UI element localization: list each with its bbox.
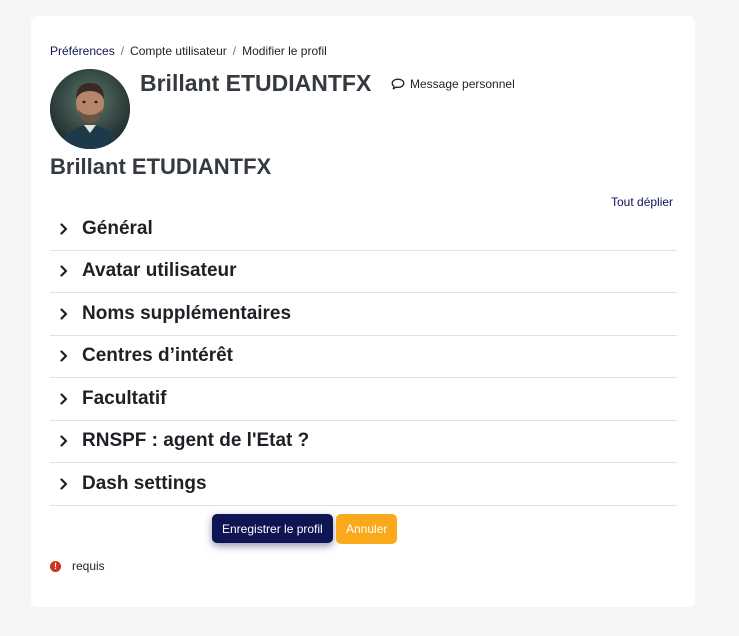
chevron-right-icon — [57, 435, 71, 447]
chevron-right-icon — [57, 478, 71, 490]
breadcrumb-preferences[interactable]: Préférences — [50, 44, 115, 58]
section-label: Facultatif — [82, 387, 167, 409]
breadcrumb-separator: / — [232, 44, 237, 58]
collapsible-sections: Général Avatar utilisateur Noms suppléme… — [50, 208, 677, 506]
personal-message-label: Message personnel — [410, 77, 515, 91]
section-label: Général — [82, 217, 153, 239]
profile-name: Brillant ETUDIANTFX — [140, 70, 372, 96]
speech-bubble-icon — [391, 78, 405, 90]
profile-card: Préférences / Compte utilisateur / Modif… — [31, 16, 695, 607]
section-rnspf[interactable]: RNSPF : agent de l'Etat ? — [50, 421, 677, 463]
section-dash-settings[interactable]: Dash settings — [50, 463, 677, 506]
breadcrumb-user-account: Compte utilisateur — [130, 44, 227, 58]
breadcrumb-separator: / — [120, 44, 125, 58]
chevron-right-icon — [57, 393, 71, 405]
personal-message-link[interactable]: Message personnel — [391, 77, 515, 91]
avatar-image — [50, 69, 130, 149]
chevron-right-icon — [57, 265, 71, 277]
section-general[interactable]: Général — [50, 208, 677, 251]
breadcrumb: Préférences / Compte utilisateur / Modif… — [50, 44, 327, 58]
chevron-right-icon — [57, 350, 71, 362]
section-label: Centres d’intérêt — [82, 345, 233, 367]
expand-all-link[interactable]: Tout déplier — [611, 195, 673, 209]
chevron-right-icon — [57, 308, 71, 320]
section-optional[interactable]: Facultatif — [50, 378, 677, 421]
page-title: Brillant ETUDIANTFX — [50, 154, 272, 179]
section-interests[interactable]: Centres d’intérêt — [50, 336, 677, 378]
required-label: requis — [72, 559, 105, 573]
cancel-button[interactable]: Annuler — [336, 514, 398, 544]
exclamation-circle-icon: ! — [50, 560, 61, 572]
avatar[interactable] — [50, 69, 130, 149]
section-user-avatar[interactable]: Avatar utilisateur — [50, 251, 677, 293]
breadcrumb-edit-profile: Modifier le profil — [242, 44, 327, 58]
save-profile-button[interactable]: Enregistrer le profil — [212, 514, 333, 543]
section-label: Dash settings — [82, 472, 207, 494]
chevron-right-icon — [57, 223, 71, 235]
section-label: RNSPF : agent de l'Etat ? — [82, 430, 310, 452]
section-additional-names[interactable]: Noms supplémentaires — [50, 293, 677, 336]
required-note: ! requis — [50, 559, 105, 573]
section-label: Noms supplémentaires — [82, 302, 292, 324]
section-label: Avatar utilisateur — [82, 260, 237, 282]
